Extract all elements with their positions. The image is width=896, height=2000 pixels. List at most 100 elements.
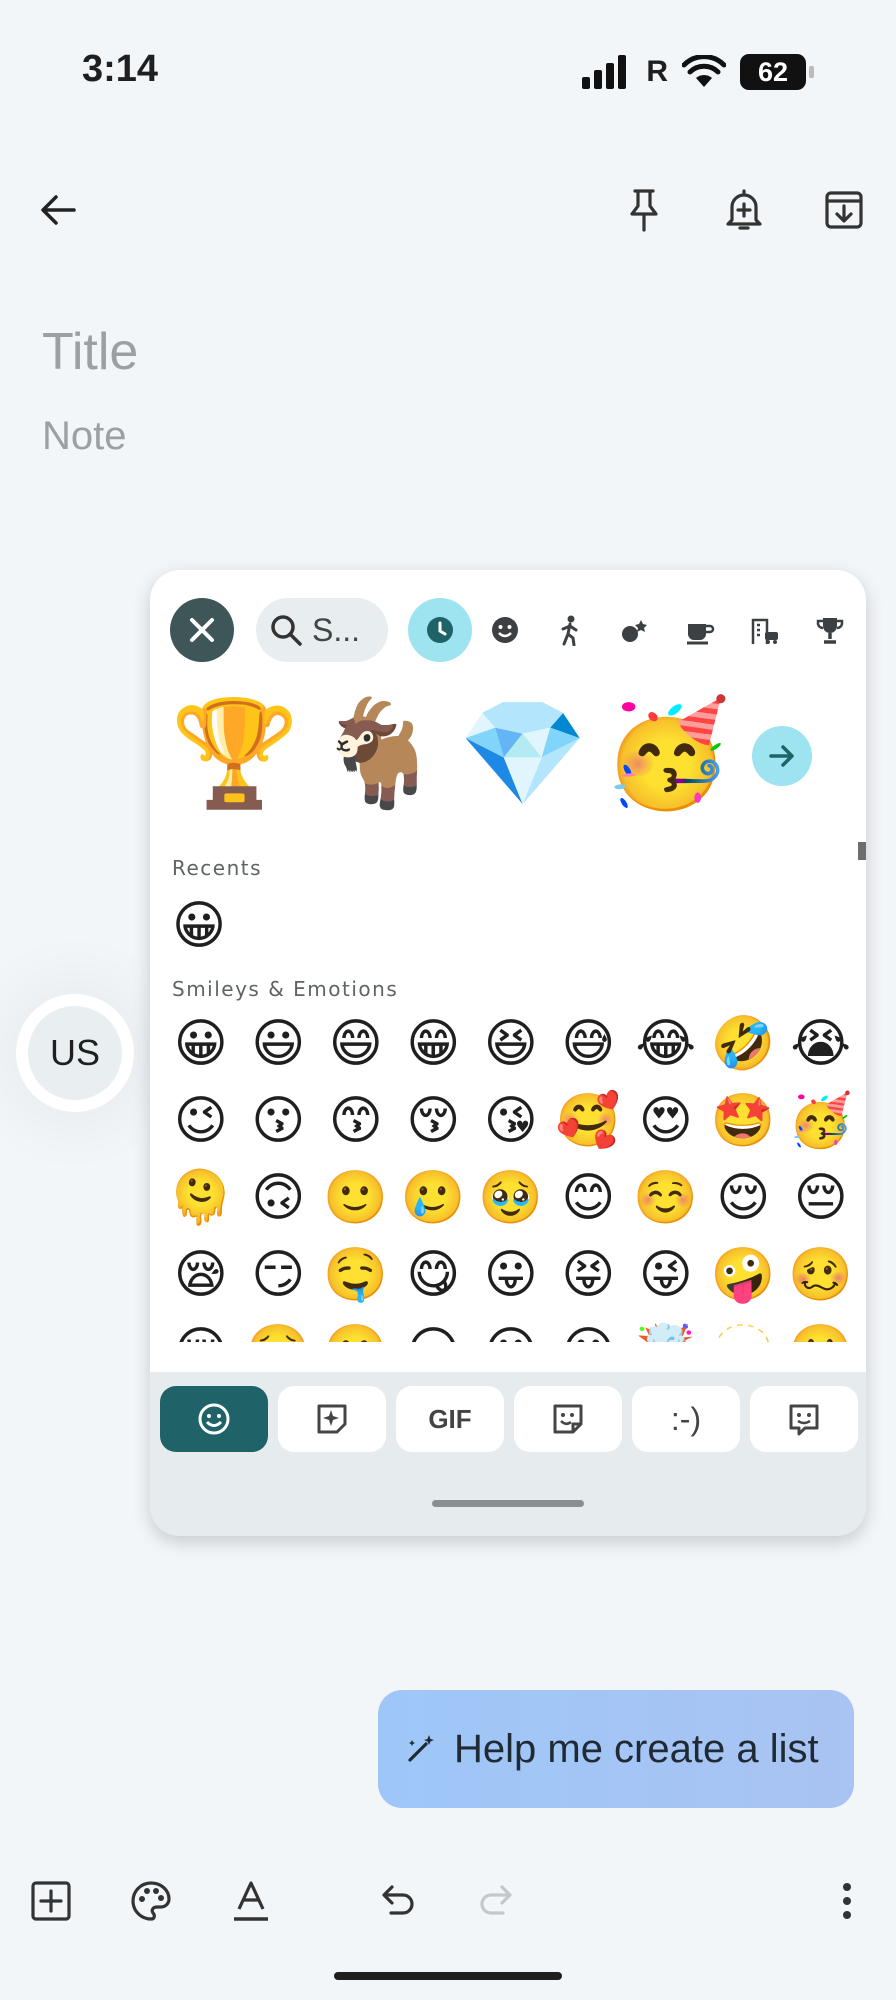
avatar-sticker-icon (789, 1404, 819, 1436)
featured-emoji[interactable]: 🥳 (602, 692, 732, 814)
recent-icon (427, 617, 453, 643)
drag-handle[interactable] (432, 1500, 584, 1507)
featured-emoji-row: 🏆 🐐 💎 🥳 (170, 692, 732, 814)
category-people[interactable] (538, 598, 602, 662)
back-button[interactable] (26, 178, 90, 242)
more-options-button[interactable] (816, 1870, 878, 1932)
person-icon (561, 615, 578, 646)
tab-emoji[interactable] (160, 1386, 268, 1452)
emoji-cell[interactable]: 😆 (472, 1012, 550, 1076)
tab-stickers[interactable] (514, 1386, 622, 1452)
tab-gif[interactable]: GIF (396, 1386, 504, 1452)
emoji-cell[interactable]: 🤯 (627, 1320, 705, 1342)
emoji-cell[interactable]: ☺️ (627, 1166, 705, 1230)
add-box-button[interactable] (20, 1870, 82, 1932)
language-label: US (28, 1006, 122, 1100)
scrollbar-thumb[interactable] (858, 842, 866, 860)
emoji-cell[interactable]: 😍 (627, 1089, 705, 1153)
emoji-cell[interactable]: 😑 (395, 1320, 473, 1342)
emoji-cell[interactable]: 🙂 (317, 1166, 395, 1230)
featured-emoji[interactable]: 🏆 (170, 692, 300, 814)
tab-emoticons[interactable]: :-) (632, 1386, 740, 1452)
search-icon (271, 615, 302, 646)
emoji-cell[interactable]: 🫥 (705, 1320, 783, 1342)
category-activities[interactable] (603, 598, 667, 662)
pin-button[interactable] (612, 178, 676, 242)
emoji-cell[interactable]: 🤐 (782, 1320, 860, 1342)
emoji-cell[interactable]: 😀 (162, 1012, 240, 1076)
emoji-cell[interactable]: 🥳 (782, 1089, 860, 1153)
emoji-cell[interactable]: 😐 (472, 1320, 550, 1342)
emoji-cell[interactable]: 🥹 (472, 1166, 550, 1230)
help-me-create-list-button[interactable]: Help me create a list (378, 1690, 854, 1808)
archive-button[interactable] (812, 178, 876, 242)
travel-icon (751, 618, 778, 644)
emoji-cell[interactable]: 🥴 (782, 1243, 860, 1307)
category-recent[interactable] (408, 598, 472, 662)
background-options-button[interactable] (120, 1870, 182, 1932)
emoji-cell[interactable]: 🫠 (162, 1166, 240, 1230)
emoji-cell[interactable]: 😙 (317, 1089, 395, 1153)
featured-emoji[interactable]: 💎 (458, 692, 588, 814)
emoji-cell[interactable]: 😊 (550, 1166, 628, 1230)
tab-bitmoji[interactable] (750, 1386, 858, 1452)
emoji-cell[interactable]: 😁 (395, 1012, 473, 1076)
recent-emoji[interactable]: 😀 (162, 894, 236, 958)
emoji-cell[interactable]: 🥲 (395, 1166, 473, 1230)
note-body-input[interactable]: Note (42, 414, 127, 459)
emoji-cell[interactable]: 😏 (240, 1243, 318, 1307)
category-travel[interactable] (733, 598, 797, 662)
emoji-cell[interactable]: 🤣 (705, 1012, 783, 1076)
emoji-picker-panel: S... 🏆 🐐 💎 🥳 Recents 😀 Smileys & Emotion… (150, 570, 866, 1536)
emoji-cell[interactable]: 😃 (240, 1012, 318, 1076)
carrier-letter: R (646, 55, 668, 88)
emoji-cell[interactable]: 😜 (627, 1243, 705, 1307)
tab-emoji-kitchen[interactable] (278, 1386, 386, 1452)
emoji-grid-viewport: 😀😃😄😁😆😅😂🤣😭😉😗😙😚😘🥰😍🤩🥳🫠🙃🙂🥲🥹😊☺️😌😔😪😏🤤😋😛😝😜🤪🥴😔🥺😬… (150, 1008, 866, 1342)
add-box-icon (31, 1881, 71, 1921)
reminder-button[interactable] (712, 178, 776, 242)
emoji-cell[interactable]: 😌 (705, 1166, 783, 1230)
emoji-cell[interactable]: 😶 (550, 1320, 628, 1342)
emoji-cell[interactable]: 🥺 (240, 1320, 318, 1342)
arrow-back-icon (41, 195, 76, 225)
emoji-search-input[interactable]: S... (256, 598, 388, 662)
emoji-cell[interactable]: 🤤 (317, 1243, 395, 1307)
title-input[interactable]: Title (42, 322, 138, 382)
emoji-cell[interactable]: 😉 (162, 1089, 240, 1153)
sticker-icon (553, 1404, 583, 1434)
category-objects[interactable] (798, 598, 862, 662)
redo-button[interactable] (466, 1870, 528, 1932)
undo-button[interactable] (366, 1870, 428, 1932)
emoji-cell[interactable]: 😪 (162, 1243, 240, 1307)
emoji-cell[interactable]: 😔 (782, 1166, 860, 1230)
language-bubble[interactable]: US (16, 994, 134, 1112)
emoji-grid: 😀😃😄😁😆😅😂🤣😭😉😗😙😚😘🥰😍🤩🥳🫠🙃🙂🥲🥹😊☺️😌😔😪😏🤤😋😛😝😜🤪🥴😔🥺😬… (162, 1012, 862, 1342)
close-button[interactable] (170, 598, 234, 662)
emoji-cell[interactable]: 😗 (240, 1089, 318, 1153)
emoji-cell[interactable]: 🙃 (240, 1166, 318, 1230)
emoji-cell[interactable]: 😚 (395, 1089, 473, 1153)
more-featured-button[interactable] (752, 726, 812, 786)
emoji-cell[interactable]: 😋 (395, 1243, 473, 1307)
emoji-cell[interactable]: 😂 (627, 1012, 705, 1076)
emoji-cell[interactable]: 😔 (162, 1320, 240, 1342)
emoji-cell[interactable]: 😅 (550, 1012, 628, 1076)
emoji-cell[interactable]: 😬 (317, 1320, 395, 1342)
emoji-cell[interactable]: 🤪 (705, 1243, 783, 1307)
emoji-cell[interactable]: 😭 (782, 1012, 860, 1076)
text-format-button[interactable] (220, 1870, 282, 1932)
emoji-cell[interactable]: 😘 (472, 1089, 550, 1153)
picker-tabs: GIF :-) (160, 1386, 858, 1452)
smiley-icon (492, 617, 518, 643)
emoji-cell[interactable]: 😄 (317, 1012, 395, 1076)
featured-emoji[interactable]: 🐐 (314, 692, 444, 814)
home-indicator (334, 1972, 562, 1980)
battery-indicator: 62 (740, 54, 814, 90)
emoji-cell[interactable]: 🤩 (705, 1089, 783, 1153)
category-food[interactable] (668, 598, 732, 662)
emoji-cell[interactable]: 😝 (550, 1243, 628, 1307)
emoji-cell[interactable]: 😛 (472, 1243, 550, 1307)
emoji-cell[interactable]: 🥰 (550, 1089, 628, 1153)
category-smileys[interactable] (473, 598, 537, 662)
